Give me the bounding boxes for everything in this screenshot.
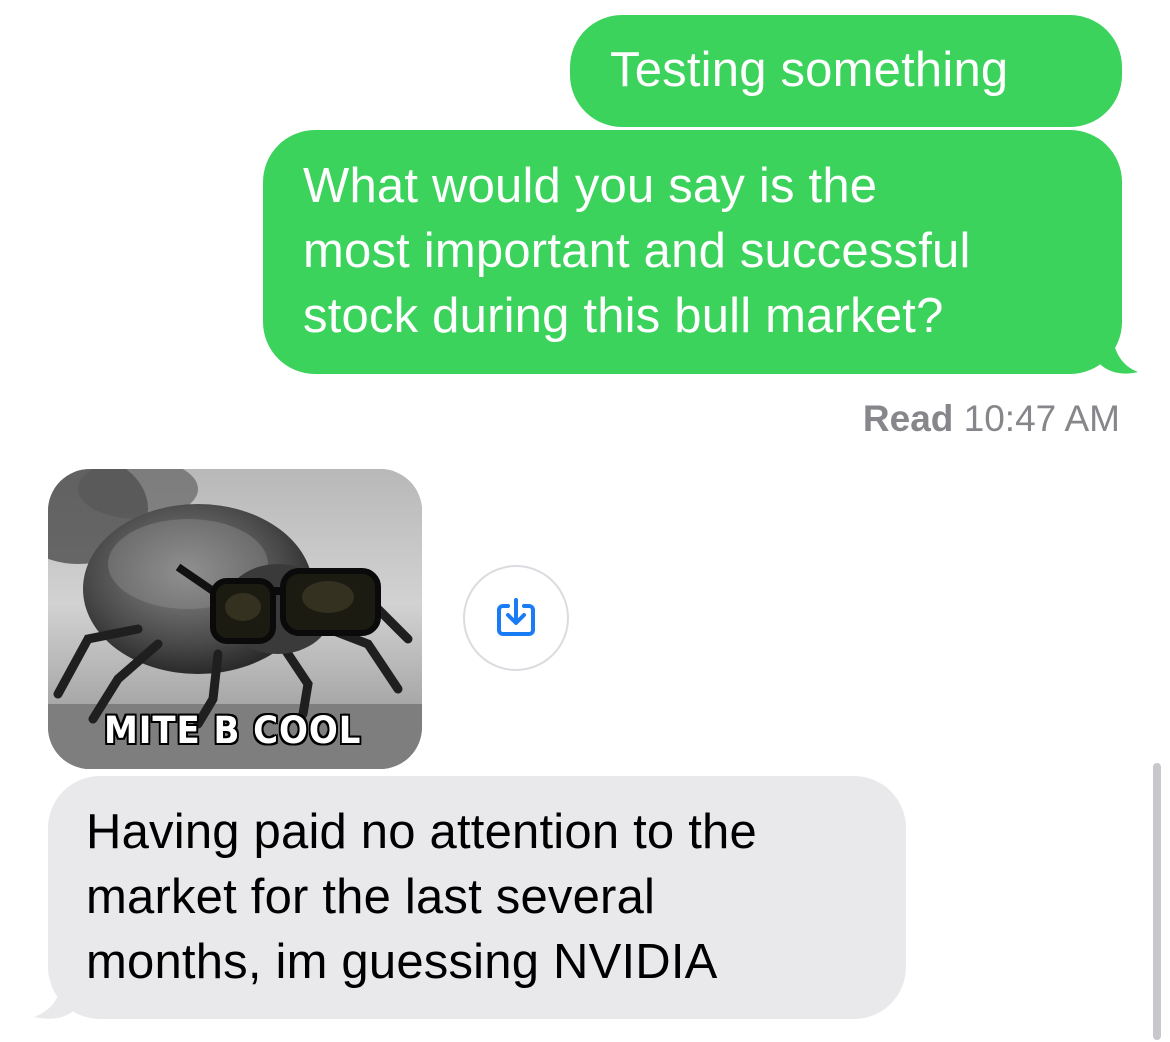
message-text-line: stock during this bull market? [303, 289, 944, 343]
incoming-message-bubble[interactable]: Having paid no attention to the market f… [48, 776, 906, 1019]
message-text-line: months, im guessing NVIDIA [86, 935, 718, 989]
meme-caption: MITE B COOL [104, 709, 362, 752]
save-image-button[interactable] [463, 565, 569, 671]
message-text-line: market for the last several [86, 870, 656, 924]
message-text-line: Testing something [610, 43, 1009, 97]
save-download-icon [497, 598, 535, 636]
read-time: 10:47 AM [963, 398, 1120, 439]
outgoing-message-bubble[interactable]: Testing something [570, 15, 1122, 127]
read-receipt: Read 10:47 AM [863, 398, 1120, 440]
message-text-line: What would you say is the [303, 159, 878, 213]
outgoing-message-bubble[interactable]: What would you say is the most important… [263, 130, 1122, 374]
read-label: Read [862, 398, 954, 439]
message-text-line: Having paid no attention to the [86, 805, 757, 859]
message-text-line: most important and successful [303, 224, 971, 278]
mite-with-sunglasses-meme[interactable]: MITE B COOL [48, 469, 422, 769]
scroll-indicator[interactable] [1153, 763, 1161, 1040]
